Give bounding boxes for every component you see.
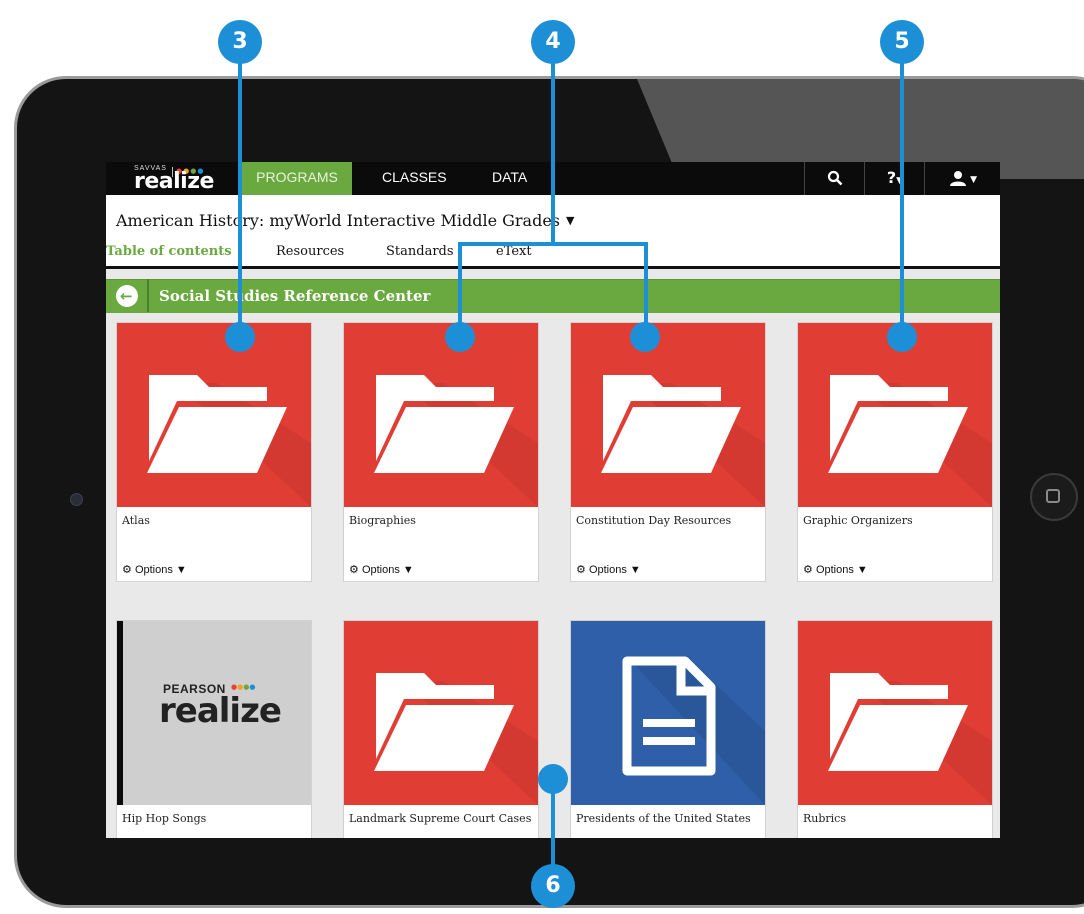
caret-down-icon: ▼: [566, 214, 575, 227]
tab-resources[interactable]: Resources: [276, 244, 344, 259]
callout-line-5: [900, 62, 904, 336]
realize-thumbnail: PEARSON ●●●● realize: [117, 621, 311, 805]
card-label: Graphic Organizers: [803, 514, 913, 527]
options-menu[interactable]: ⚙ Options ▼: [803, 563, 868, 576]
card-label: Constitution Day Resources: [576, 514, 732, 527]
camera-icon: [70, 493, 83, 506]
user-icon: [949, 171, 966, 186]
gear-icon: ⚙: [803, 564, 813, 576]
home-square-icon: [1046, 489, 1060, 503]
logo-word: realize: [159, 691, 282, 731]
callout-dot-3: [225, 322, 255, 352]
callout-dot-4a: [445, 322, 475, 352]
caret-down-icon: ▼: [402, 564, 414, 576]
folder-thumbnail: [344, 323, 538, 507]
pearson-realize-logo: PEARSON ●●●● realize: [123, 621, 311, 805]
user-menu[interactable]: ▼: [924, 162, 1000, 195]
resource-card-atlas[interactable]: Atlas ⚙ Options ▼: [116, 322, 312, 582]
folder-thumbnail: [344, 621, 538, 805]
callout-badge-5: 5: [880, 20, 924, 64]
card-label: Rubrics: [803, 812, 846, 825]
callout-badge-3: 3: [218, 20, 262, 64]
options-menu[interactable]: ⚙ Options ▼: [576, 563, 641, 576]
resource-card-graphic-organizers[interactable]: Graphic Organizers ⚙ Options ▼: [797, 322, 993, 582]
home-button[interactable]: [1030, 473, 1078, 521]
gear-icon: ⚙: [122, 564, 132, 576]
callout-dot-5: [887, 322, 917, 352]
logo-word: realize: [134, 169, 214, 194]
folder-thumbnail: [571, 323, 765, 507]
resource-card-landmark-cases[interactable]: Landmark Supreme Court Cases: [343, 620, 539, 838]
tab-etext[interactable]: eText: [496, 244, 532, 259]
card-label: Presidents of the United States: [576, 812, 751, 825]
document-icon: [622, 656, 765, 805]
back-button[interactable]: ←: [116, 285, 138, 307]
callout-dot-6: [538, 764, 568, 794]
search-icon[interactable]: [804, 162, 865, 195]
callout-dot-4b: [630, 322, 660, 352]
caret-down-icon: ▼: [175, 564, 187, 576]
callout-badge-6: 6: [531, 864, 575, 908]
options-menu[interactable]: ⚙ Options ▼: [122, 563, 187, 576]
options-label: Options: [588, 564, 627, 576]
callout-line-4-stem: [551, 62, 555, 246]
resource-card-constitution-day[interactable]: Constitution Day Resources ⚙ Options ▼: [570, 322, 766, 582]
gear-icon: ⚙: [576, 564, 586, 576]
options-label: Options: [134, 564, 173, 576]
options-label: Options: [815, 564, 854, 576]
card-label: Biographies: [349, 514, 416, 527]
chevron-down-icon: ▼: [966, 175, 978, 185]
options-label: Options: [361, 564, 400, 576]
savvas-realize-logo[interactable]: SAVVAS ●●●● realize: [134, 164, 224, 194]
resource-card-presidents[interactable]: Presidents of the United States: [570, 620, 766, 838]
folder-thumbnail: [798, 621, 992, 805]
resource-card-hip-hop-songs[interactable]: PEARSON ●●●● realize Hip Hop Songs: [116, 620, 312, 838]
resource-card-rubrics[interactable]: Rubrics: [797, 620, 993, 838]
logo-dots: ●●●●: [231, 683, 256, 691]
options-menu[interactable]: ⚙ Options ▼: [349, 563, 414, 576]
card-label: Hip Hop Songs: [122, 812, 207, 825]
card-label: Landmark Supreme Court Cases: [349, 812, 532, 825]
resource-card-biographies[interactable]: Biographies ⚙ Options ▼: [343, 322, 539, 582]
divider: [147, 279, 149, 312]
program-title: American History: myWorld Interactive Mi…: [116, 211, 561, 230]
caret-down-icon: ▼: [629, 564, 641, 576]
nav-programs[interactable]: PROGRAMS: [242, 162, 352, 195]
gear-icon: ⚙: [349, 564, 359, 576]
nav-classes[interactable]: CLASSES: [382, 162, 447, 195]
callout-line-4-bar: [458, 242, 648, 246]
callout-badge-4: 4: [531, 20, 575, 64]
help-icon: ?: [886, 168, 897, 187]
tab-table-of-contents[interactable]: Table of contents: [106, 244, 232, 259]
tab-standards[interactable]: Standards: [386, 244, 454, 259]
back-arrow-icon: ←: [120, 287, 133, 305]
help-menu[interactable]: ?▼: [864, 162, 925, 195]
callout-line-3: [238, 62, 242, 336]
document-thumbnail: [571, 621, 765, 805]
section-title: Social Studies Reference Center: [159, 287, 431, 305]
nav-data[interactable]: DATA: [492, 162, 527, 195]
folder-thumbnail: [117, 323, 311, 507]
card-label: Atlas: [122, 514, 150, 527]
program-title-dropdown[interactable]: American History: myWorld Interactive Mi…: [116, 211, 574, 230]
caret-down-icon: ▼: [856, 564, 868, 576]
